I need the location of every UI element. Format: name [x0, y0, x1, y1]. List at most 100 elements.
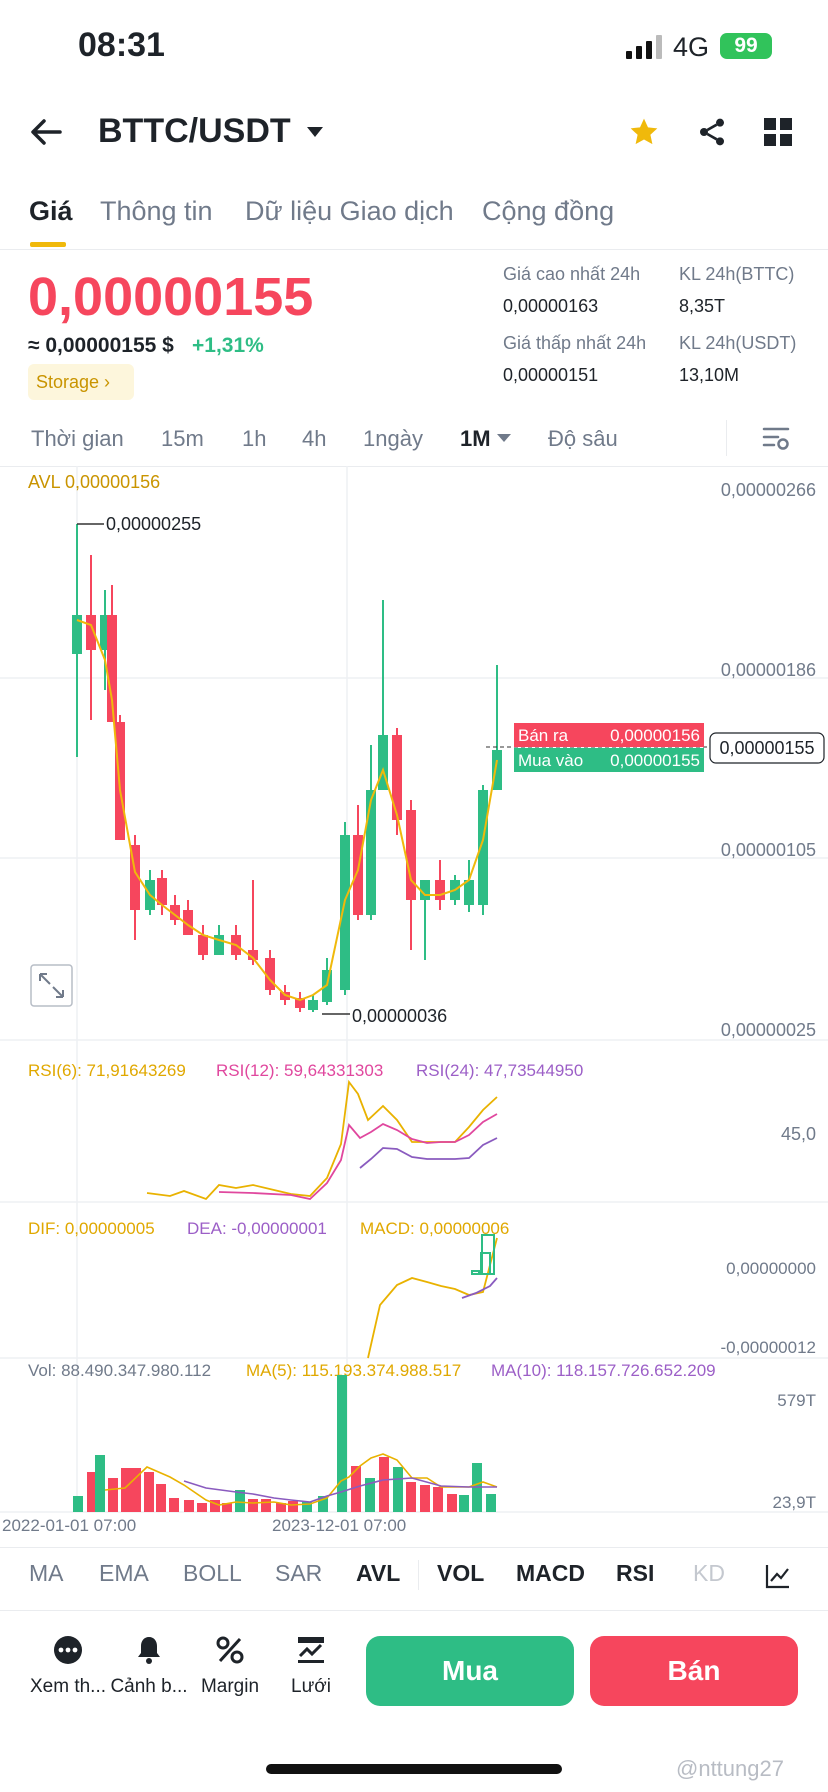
divider: [418, 1560, 419, 1590]
candle-body: [366, 790, 376, 915]
ind-avl[interactable]: AVL: [356, 1560, 400, 1587]
ind-rsi[interactable]: RSI: [616, 1560, 654, 1587]
avl-label: AVL 0,00000156: [28, 472, 160, 492]
macd-histogram: [471, 1234, 495, 1275]
nav-margin[interactable]: Margin: [185, 1634, 275, 1698]
nav-alert[interactable]: Cảnh b...: [104, 1634, 194, 1698]
vol-usdt-label: KL 24h(USDT): [679, 333, 797, 353]
watermark-label: @nttung27: [676, 1756, 784, 1781]
ind-kd[interactable]: KD: [693, 1560, 725, 1587]
low-value: 0,00000151: [503, 365, 599, 385]
dea-label: DEA: -0,00000001: [187, 1219, 327, 1238]
ask-label: Bán ra: [518, 726, 569, 745]
price-usd: ≈ 0,00000155 $: [28, 334, 174, 357]
volume-bar: [156, 1484, 166, 1512]
volume-bar: [197, 1503, 207, 1512]
ind-ema[interactable]: EMA: [99, 1560, 149, 1587]
price-axis-label: 0,00000105: [721, 840, 816, 860]
high-marker-label: 0,00000255: [106, 514, 201, 534]
last-price: 0,00000155: [28, 267, 314, 327]
ind-vol[interactable]: VOL: [437, 1560, 484, 1587]
ind-ma[interactable]: MA: [29, 1560, 64, 1587]
layout-grid-icon[interactable]: [764, 118, 792, 146]
divider: [0, 1547, 828, 1548]
favorite-star-icon[interactable]: [628, 116, 660, 148]
storage-tag-label: Storage: [36, 372, 100, 392]
buy-button[interactable]: Mua: [366, 1636, 574, 1706]
volume-bar: [447, 1494, 457, 1512]
tf-1h[interactable]: 1h: [242, 426, 266, 452]
nav-alert-label: Cảnh b...: [110, 1676, 188, 1697]
ind-boll[interactable]: BOLL: [183, 1560, 242, 1587]
percent-icon: [216, 1636, 244, 1664]
tab-community[interactable]: Cộng đồng: [482, 196, 614, 227]
tf-4h[interactable]: 4h: [302, 426, 326, 452]
tf-1day[interactable]: 1ngày: [363, 426, 423, 452]
nav-grid[interactable]: Lưới: [266, 1634, 356, 1698]
volume-bar: [379, 1457, 389, 1512]
dif-line: [367, 1237, 498, 1359]
ind-macd[interactable]: MACD: [516, 1560, 585, 1587]
tab-info[interactable]: Thông tin: [100, 196, 213, 227]
volume-bar: [169, 1498, 179, 1512]
date-label: 2022-01-01 07:00: [2, 1516, 136, 1535]
tab-underline: [30, 242, 66, 247]
back-arrow-icon[interactable]: [30, 118, 62, 146]
rsi-axis-label: 45,0: [781, 1124, 816, 1144]
divider: [726, 420, 727, 456]
volume-bar: [486, 1494, 496, 1512]
tf-time[interactable]: Thời gian: [31, 426, 124, 452]
price-axis-label: 0,00000266: [721, 480, 816, 500]
volume-bar: [433, 1487, 443, 1512]
ma10-label: MA(10): 118.157.726.652.209: [491, 1361, 716, 1380]
caret-down-icon[interactable]: [306, 126, 324, 138]
status-time: 08:31: [78, 26, 165, 64]
tab-price[interactable]: Giá: [29, 196, 73, 227]
volume-bar: [95, 1455, 105, 1512]
volume-bar: [108, 1478, 118, 1512]
nav-grid-label: Lưới: [291, 1676, 331, 1697]
vol-label: Vol: 88.490.347.980.112: [28, 1361, 211, 1380]
kline-chart[interactable]: AVL 0,00000156 0,00000255 0,00000036 0,0…: [0, 462, 828, 1552]
ask-value: 0,00000156: [610, 726, 700, 745]
rsi6-label: RSI(6): 71,91643269: [28, 1061, 186, 1080]
tf-15m[interactable]: 15m: [161, 426, 204, 452]
nav-margin-label: Margin: [200, 1676, 260, 1697]
candle-body: [464, 880, 474, 905]
candle-body: [198, 935, 208, 955]
high-value: 0,00000163: [503, 296, 599, 316]
rsi12-label: RSI(12): 59,64331303: [216, 1061, 383, 1080]
pair-title[interactable]: BTTC/USDT: [98, 112, 291, 151]
tf-1month[interactable]: 1M: [460, 426, 491, 452]
ma5-label: MA(5): 115.193.374.988.517: [246, 1361, 461, 1380]
sell-button[interactable]: Bán: [590, 1636, 798, 1706]
low-marker-label: 0,00000036: [352, 1006, 447, 1026]
price-axis-label: 0,00000186: [721, 660, 816, 680]
nav-more[interactable]: Xem th...: [23, 1634, 113, 1698]
divider: [0, 1610, 828, 1611]
candle-body: [392, 735, 402, 820]
expand-icon[interactable]: [30, 964, 73, 1007]
volume-bar: [288, 1501, 298, 1512]
volume-bar: [459, 1495, 469, 1512]
price-change: +1,31%: [192, 334, 264, 357]
more-icon: [54, 1636, 82, 1664]
candle-body: [435, 880, 445, 900]
tab-trading-data[interactable]: Dữ liệu Giao dịch: [245, 196, 454, 227]
macd-axis-top: 0,00000000: [726, 1259, 816, 1278]
storage-tag[interactable]: Storage ›: [28, 364, 134, 400]
grid-bot-icon: [298, 1637, 324, 1663]
low-label: Giá thấp nhất 24h: [503, 333, 647, 353]
tf-depth[interactable]: Độ sâu: [548, 426, 618, 452]
home-indicator[interactable]: [266, 1764, 562, 1774]
chart-settings-icon[interactable]: [762, 424, 790, 452]
tf-caret-icon[interactable]: [496, 433, 512, 443]
share-icon[interactable]: [696, 116, 728, 148]
vol-axis-bot: 23,9T: [773, 1493, 816, 1512]
ind-sar[interactable]: SAR: [275, 1560, 322, 1587]
indicator-settings-icon[interactable]: [765, 1563, 791, 1589]
battery-icon: 99: [720, 33, 772, 59]
network-label: 4G: [673, 32, 710, 62]
volume-bar: [144, 1472, 154, 1512]
rsi6-line: [146, 1079, 498, 1201]
